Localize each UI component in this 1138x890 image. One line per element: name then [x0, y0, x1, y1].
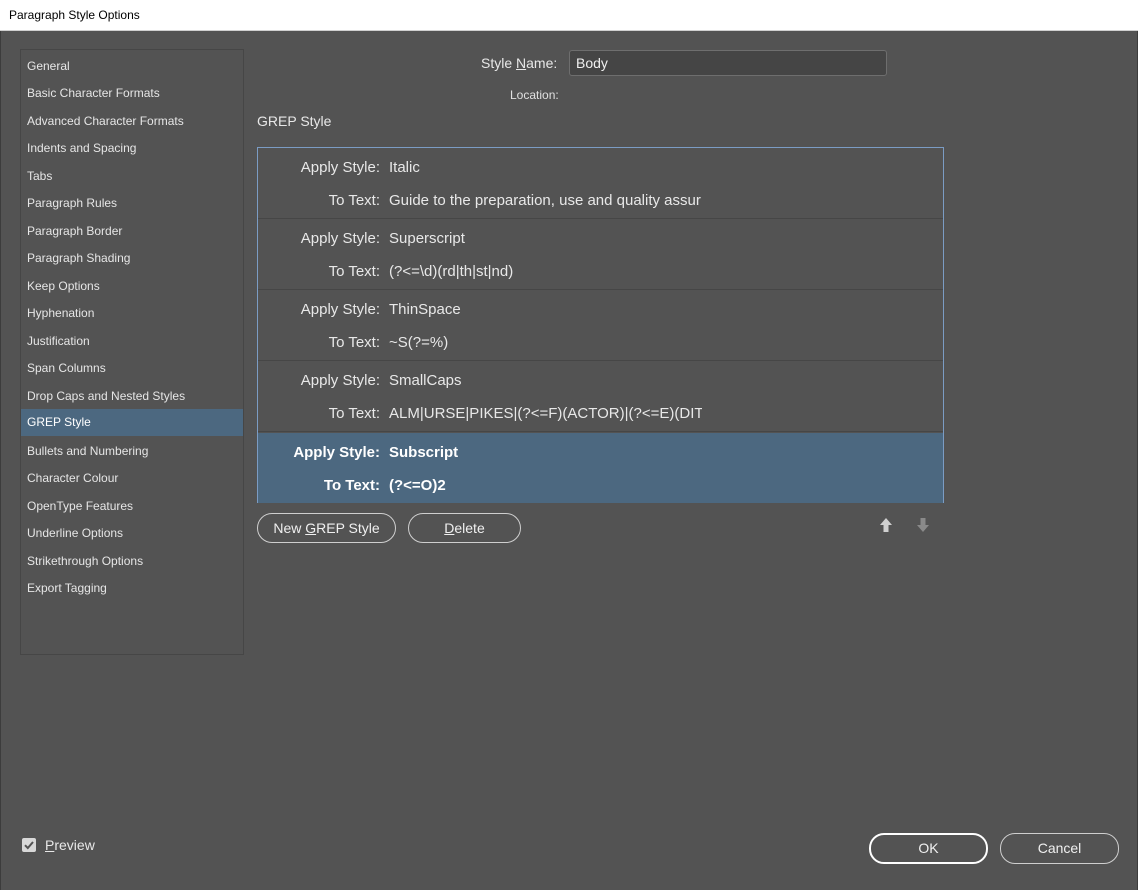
apply-style-value[interactable]: Subscript	[389, 444, 702, 461]
category-item-character-colour[interactable]: Character Colour	[21, 465, 243, 492]
checkmark-icon	[24, 841, 34, 850]
category-item-span-columns[interactable]: Span Columns	[21, 355, 243, 382]
category-item-paragraph-shading[interactable]: Paragraph Shading	[21, 245, 243, 272]
category-list[interactable]: General Basic Character Formats Advanced…	[20, 49, 244, 655]
apply-style-value[interactable]: ThinSpace	[389, 301, 702, 318]
category-item-advanced-character-formats[interactable]: Advanced Character Formats	[21, 108, 243, 135]
title-bar: Paragraph Style Options	[0, 0, 1138, 31]
move-up-arrow-icon[interactable]	[878, 517, 894, 533]
category-item-opentype-features[interactable]: OpenType Features	[21, 493, 243, 520]
category-item-general[interactable]: General	[21, 53, 243, 80]
category-item-basic-character-formats[interactable]: Basic Character Formats	[21, 80, 243, 107]
apply-style-value[interactable]: Superscript	[389, 230, 702, 247]
category-item-indents-and-spacing[interactable]: Indents and Spacing	[21, 135, 243, 162]
category-item-underline-options[interactable]: Underline Options	[21, 520, 243, 547]
category-item-strikethrough-options[interactable]: Strikethrough Options	[21, 548, 243, 575]
category-item-paragraph-border[interactable]: Paragraph Border	[21, 218, 243, 245]
grep-rule-item[interactable]: Apply Style: Superscript To Text: (?<=\d)(…	[258, 219, 943, 290]
delete-button[interactable]: Delete	[408, 513, 521, 543]
category-item-paragraph-rules[interactable]: Paragraph Rules	[21, 190, 243, 217]
apply-style-value[interactable]: SmallCaps	[389, 372, 702, 389]
to-text-value[interactable]: ~S(?=%)	[389, 334, 702, 351]
category-item-export-tagging[interactable]: Export Tagging	[21, 575, 243, 602]
to-text-value[interactable]: (?<=O)2	[389, 477, 702, 494]
apply-style-label: Apply Style:	[300, 301, 380, 318]
apply-style-label: Apply Style:	[300, 372, 380, 389]
apply-style-label: Apply Style:	[300, 159, 380, 176]
preview-label[interactable]: Preview	[45, 837, 95, 853]
style-name-input[interactable]	[569, 50, 887, 76]
style-name-label: Style Name:	[481, 55, 558, 71]
category-item-justification[interactable]: Justification	[21, 328, 243, 355]
new-grep-style-button[interactable]: New GREP Style	[257, 513, 396, 543]
apply-style-label: Apply Style:	[300, 230, 380, 247]
to-text-label: To Text:	[328, 263, 380, 280]
grep-style-list[interactable]: Apply Style: Italic To Text: Guide to the …	[257, 147, 944, 503]
to-text-label: To Text:	[328, 334, 380, 351]
to-text-label: To Text:	[328, 405, 380, 422]
grep-rule-item[interactable]: Apply Style: Italic To Text: Guide to the …	[258, 148, 943, 219]
preview-checkbox[interactable]	[22, 838, 36, 852]
to-text-value[interactable]: (?<=\d)(rd|th|st|nd)	[389, 263, 702, 280]
section-title: GREP Style	[257, 113, 332, 129]
cancel-button[interactable]: Cancel	[1000, 833, 1119, 864]
category-item-grep-style[interactable]: GREP Style	[21, 409, 243, 436]
category-item-bullets-and-numbering[interactable]: Bullets and Numbering	[21, 438, 243, 465]
grep-rule-item[interactable]: Apply Style: ThinSpace To Text: ~S(?=%)	[258, 290, 943, 361]
paragraph-style-options-dialog: General Basic Character Formats Advanced…	[0, 31, 1138, 890]
to-text-value[interactable]: Guide to the preparation, use and qualit…	[389, 192, 702, 209]
category-item-tabs[interactable]: Tabs	[21, 163, 243, 190]
window-title: Paragraph Style Options	[9, 8, 140, 22]
to-text-value[interactable]: ALM|URSE|PIKES|(?<=F)(ACTOR)|(?<=E)(DIT	[389, 405, 702, 422]
category-item-drop-caps-and-nested-styles[interactable]: Drop Caps and Nested Styles	[21, 383, 243, 410]
apply-style-value[interactable]: Italic	[389, 159, 702, 176]
apply-style-label: Apply Style:	[293, 444, 380, 461]
to-text-label: To Text:	[328, 192, 380, 209]
to-text-label: To Text:	[323, 477, 380, 494]
category-item-keep-options[interactable]: Keep Options	[21, 273, 243, 300]
category-item-hyphenation[interactable]: Hyphenation	[21, 300, 243, 327]
location-label: Location:	[510, 88, 559, 102]
grep-rule-item-selected[interactable]: Apply Style: Subscript To Text: (?<=O)2	[258, 433, 943, 503]
grep-rule-item[interactable]: Apply Style: SmallCaps To Text: ALM|URSE|P…	[258, 361, 943, 432]
move-down-arrow-icon[interactable]	[915, 517, 931, 533]
ok-button[interactable]: OK	[869, 833, 988, 864]
